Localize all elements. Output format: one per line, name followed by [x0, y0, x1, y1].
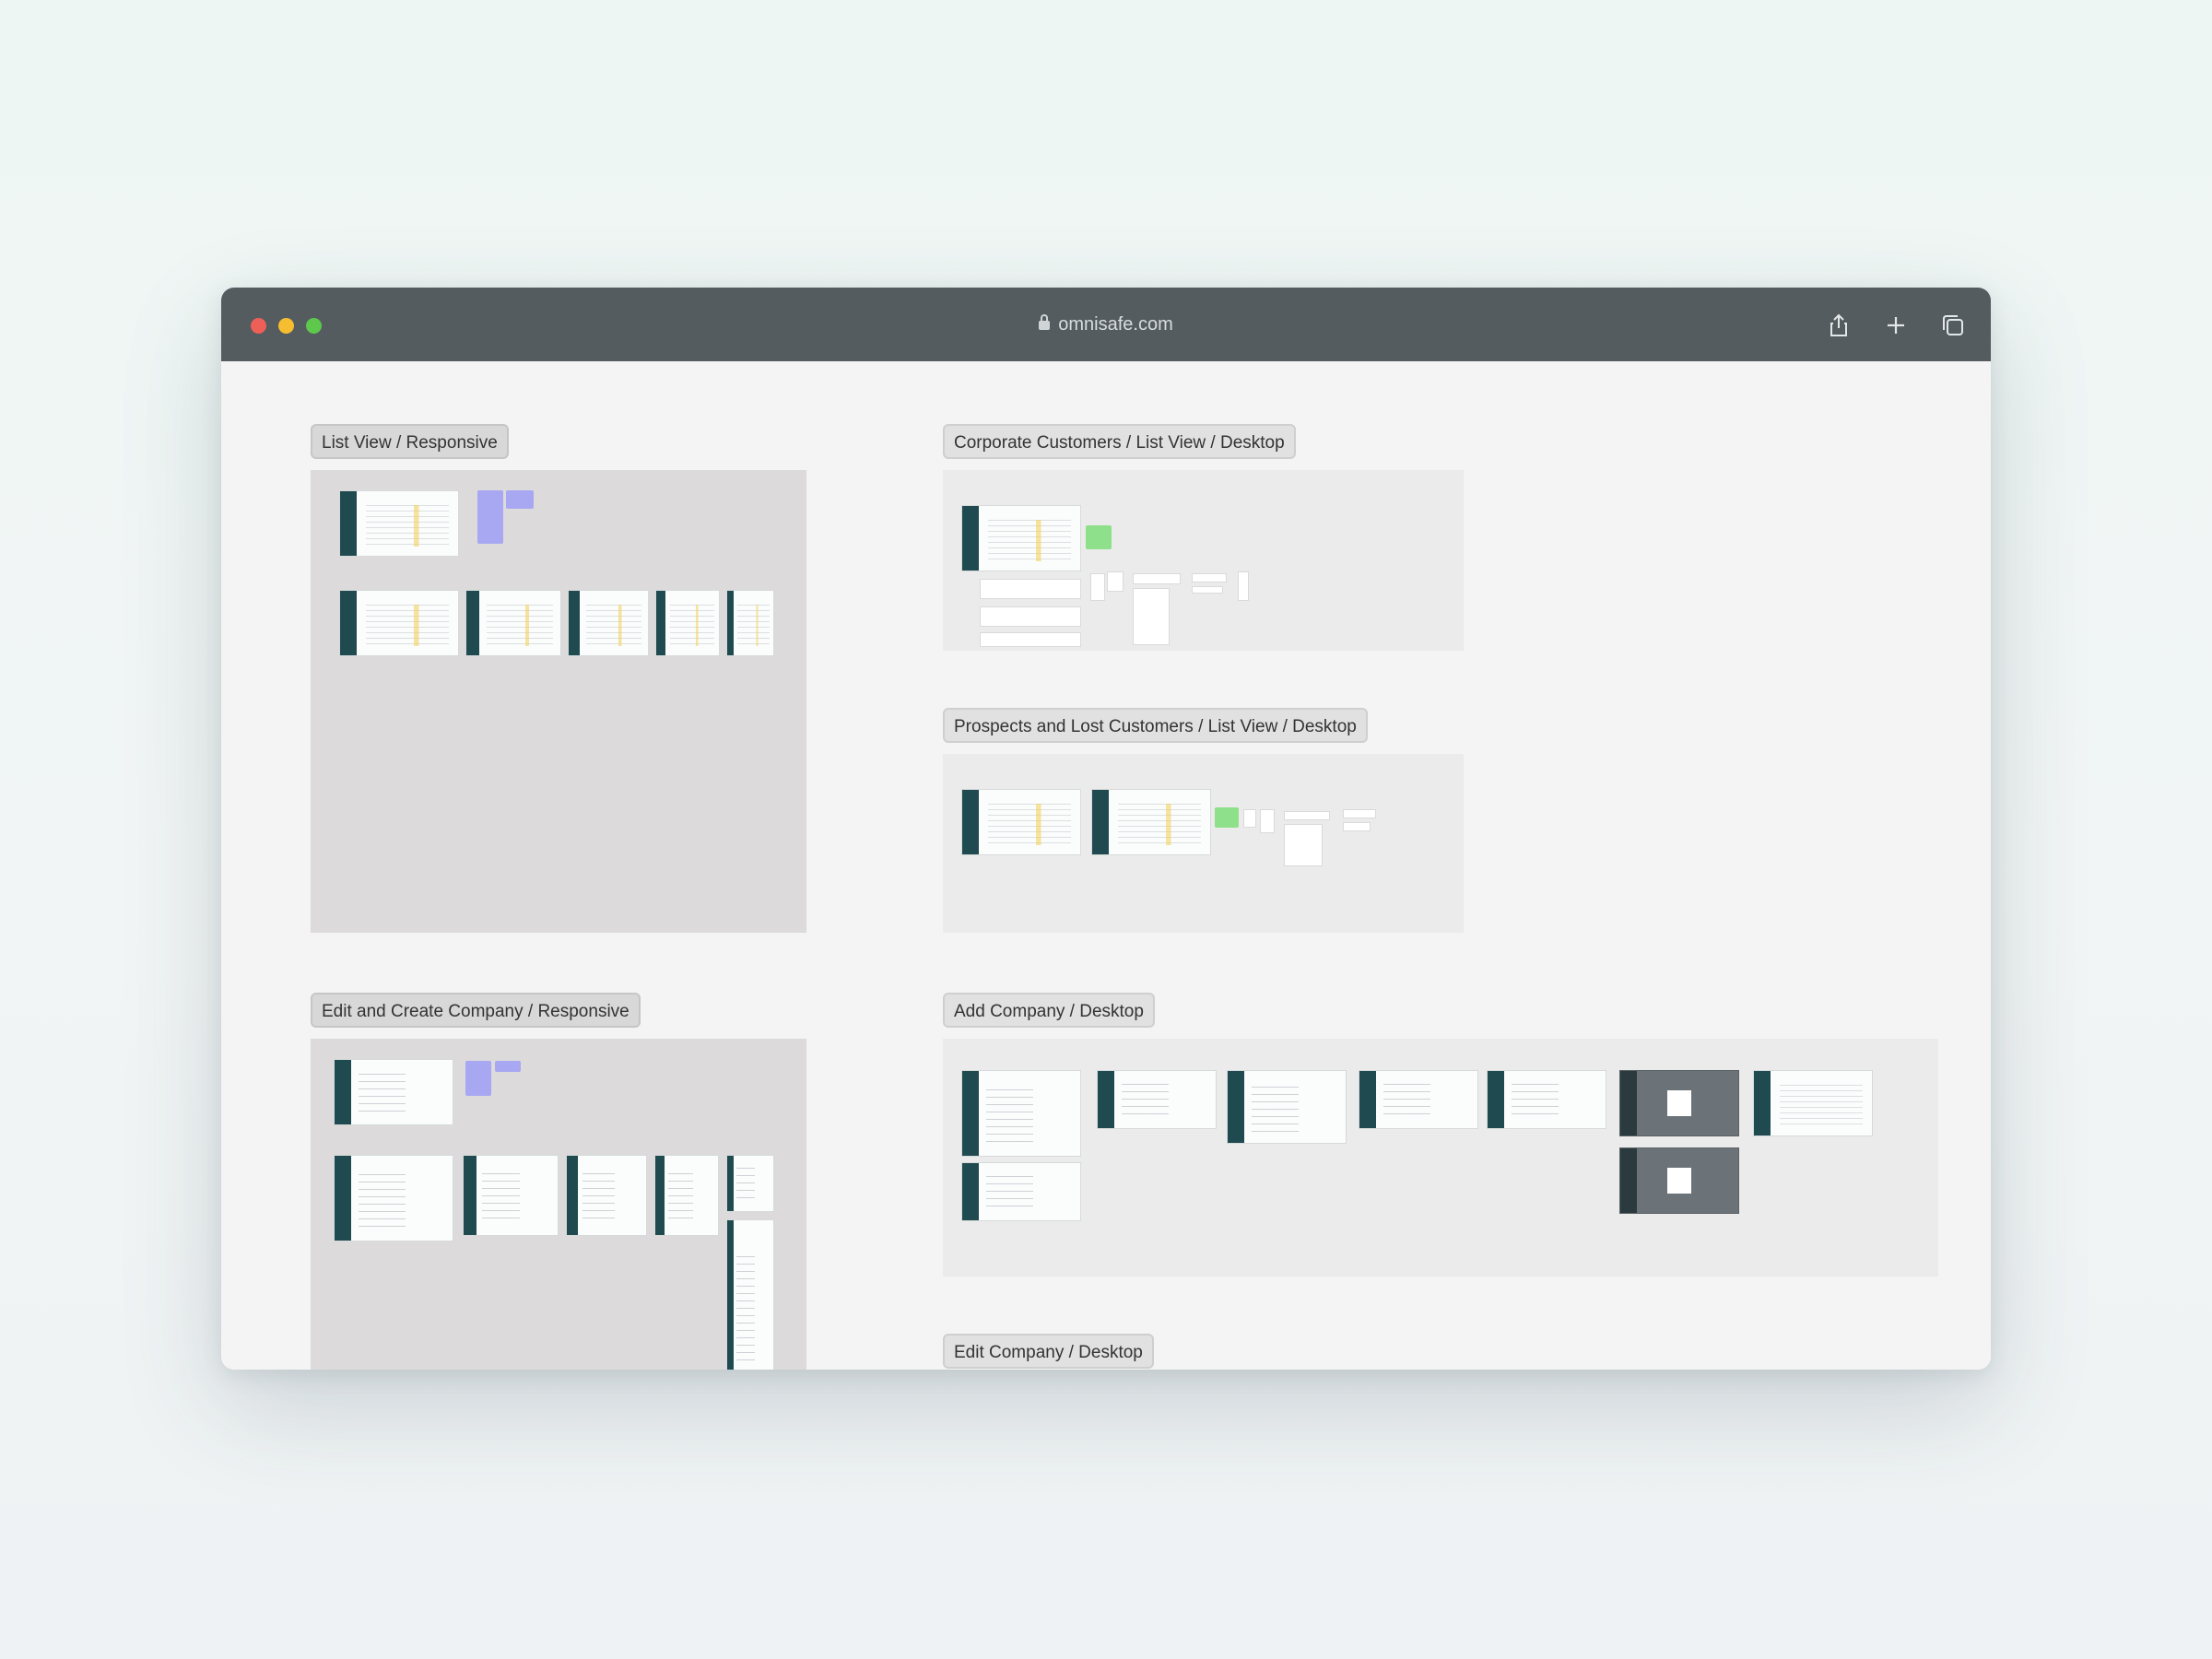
- component-sheet[interactable]: [1284, 824, 1323, 866]
- screen-thumbnail[interactable]: [339, 490, 459, 557]
- new-tab-icon[interactable]: [1882, 312, 1910, 339]
- modal-screen-thumbnail[interactable]: [1619, 1147, 1739, 1214]
- section-label-corporate-customers[interactable]: Corporate Customers / List View / Deskto…: [943, 424, 1296, 459]
- component-sheet[interactable]: [1243, 809, 1256, 828]
- component-sheet[interactable]: [1192, 586, 1223, 594]
- section-label-add-company[interactable]: Add Company / Desktop: [943, 993, 1155, 1028]
- sticky-note: [465, 1061, 491, 1096]
- frame-corporate-customers[interactable]: [943, 470, 1464, 651]
- screen-thumbnail[interactable]: [655, 590, 720, 656]
- component-sheet[interactable]: [1343, 822, 1371, 831]
- modal-screen-thumbnail[interactable]: [1619, 1070, 1739, 1136]
- screen-thumbnail[interactable]: [568, 590, 649, 656]
- section-label-edit-company[interactable]: Edit Company / Desktop: [943, 1334, 1154, 1369]
- component-sheet[interactable]: [1133, 588, 1170, 645]
- screen-thumbnail[interactable]: [1097, 1070, 1217, 1129]
- frame-prospects-lost-customers[interactable]: [943, 754, 1464, 933]
- screen-thumbnail[interactable]: [463, 1155, 559, 1236]
- screen-thumbnail[interactable]: [1753, 1070, 1873, 1136]
- section-label-prospects-lost-customers[interactable]: Prospects and Lost Customers / List View…: [943, 708, 1368, 743]
- section-label-list-view-responsive[interactable]: List View / Responsive: [311, 424, 509, 459]
- screen-thumbnail[interactable]: [961, 1162, 1081, 1221]
- screen-thumbnail[interactable]: [1091, 789, 1211, 855]
- frame-add-company[interactable]: [943, 1039, 1938, 1277]
- component-sheet[interactable]: [1192, 573, 1227, 582]
- screen-thumbnail[interactable]: [961, 1070, 1081, 1157]
- component-sheet[interactable]: [980, 579, 1081, 599]
- screen-thumbnail[interactable]: [1227, 1070, 1347, 1144]
- section-label-edit-create-company[interactable]: Edit and Create Company / Responsive: [311, 993, 641, 1028]
- screen-thumbnail[interactable]: [726, 1155, 774, 1212]
- frame-list-view-responsive[interactable]: [311, 470, 806, 933]
- share-icon[interactable]: [1825, 312, 1853, 339]
- screen-thumbnail[interactable]: [566, 1155, 647, 1236]
- component-sheet[interactable]: [980, 632, 1081, 647]
- screen-thumbnail[interactable]: [1487, 1070, 1606, 1129]
- screen-thumbnail[interactable]: [339, 590, 459, 656]
- component-sheet[interactable]: [1238, 571, 1249, 601]
- screen-thumbnail[interactable]: [465, 590, 561, 656]
- component-sheet[interactable]: [1284, 811, 1330, 820]
- tab-overview-icon[interactable]: [1939, 312, 1967, 339]
- screen-thumbnail[interactable]: [1359, 1070, 1478, 1129]
- component-sheet[interactable]: [1343, 809, 1376, 818]
- screen-thumbnail[interactable]: [726, 590, 774, 656]
- sticky-note: [1215, 807, 1239, 828]
- sticky-note: [1086, 525, 1112, 549]
- frame-edit-create-company[interactable]: [311, 1039, 806, 1370]
- screen-thumbnail[interactable]: [334, 1059, 453, 1125]
- component-sheet[interactable]: [1090, 573, 1105, 601]
- component-sheet[interactable]: [980, 606, 1081, 627]
- screen-thumbnail[interactable]: [726, 1219, 774, 1370]
- sticky-note: [477, 490, 503, 544]
- sticky-note: [495, 1061, 521, 1072]
- component-sheet[interactable]: [1260, 809, 1275, 833]
- address-bar[interactable]: omnisafe.com: [221, 310, 1991, 339]
- url-text: omnisafe.com: [1058, 314, 1173, 335]
- browser-window: omnisafe.com List View / Responsive Corp…: [221, 288, 1991, 1370]
- screen-thumbnail[interactable]: [654, 1155, 719, 1236]
- component-sheet[interactable]: [1107, 571, 1124, 592]
- screen-thumbnail[interactable]: [961, 505, 1081, 571]
- component-sheet[interactable]: [1133, 573, 1181, 584]
- canvas[interactable]: List View / Responsive Corporate Custome…: [221, 361, 1991, 1370]
- screen-thumbnail[interactable]: [961, 789, 1081, 855]
- screen-thumbnail[interactable]: [334, 1155, 453, 1241]
- browser-titlebar: omnisafe.com: [221, 288, 1991, 361]
- lock-icon: [1039, 314, 1051, 330]
- sticky-note: [506, 490, 534, 509]
